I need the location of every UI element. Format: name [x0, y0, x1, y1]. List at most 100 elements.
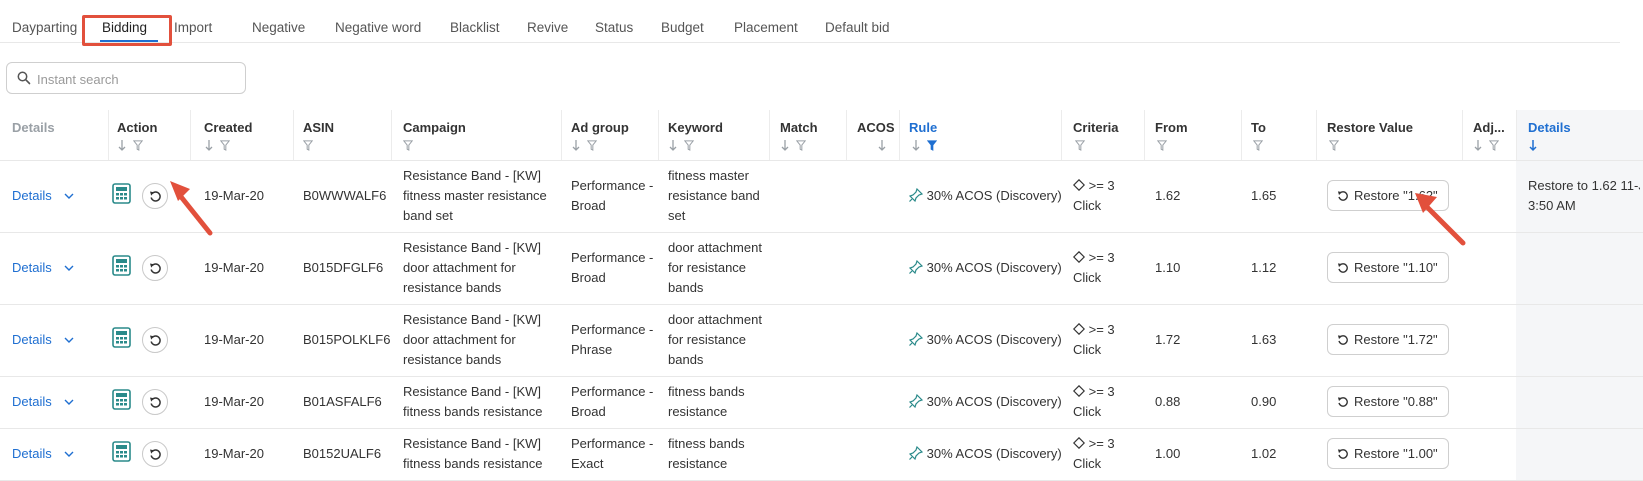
calculator-icon[interactable] — [112, 441, 131, 462]
diamond-icon — [1072, 384, 1086, 398]
details-link[interactable]: Details — [12, 444, 52, 464]
campaign-cell: Resistance Band - [KW] fitness bands resi… — [403, 434, 553, 474]
column-divider — [769, 110, 770, 160]
keyword-cell: fitness bands resistance — [668, 434, 745, 474]
criteria-operator: >= 3 — [1088, 250, 1115, 265]
restore-button[interactable]: Restore "1.00" — [1327, 438, 1449, 469]
filter-icon[interactable] — [1329, 139, 1339, 152]
chevron-down-icon[interactable] — [64, 193, 74, 199]
diamond-icon — [1072, 436, 1086, 450]
undo-button[interactable] — [142, 441, 168, 467]
col-created-label: Created — [204, 120, 253, 135]
filter-icon[interactable] — [1157, 139, 1167, 152]
filter-icon[interactable] — [133, 139, 143, 152]
filter-icon[interactable] — [1253, 139, 1263, 152]
details-cell: Details — [12, 392, 74, 412]
col-keyword-label: Keyword — [668, 120, 723, 135]
undo-button[interactable] — [142, 255, 168, 281]
tab-status[interactable]: Status — [595, 20, 633, 35]
filter-icon[interactable] — [684, 139, 694, 152]
criteria-operator: >= 3 — [1088, 178, 1115, 193]
tab-bar: Dayparting Bidding Import Negative Negat… — [0, 0, 1620, 43]
from-cell: 1.72 — [1155, 332, 1181, 347]
tab-budget[interactable]: Budget — [661, 20, 704, 35]
diamond-icon — [1072, 322, 1086, 336]
restore-button-label: Restore "1.10" — [1354, 260, 1438, 275]
tab-placement[interactable]: Placement — [734, 20, 798, 35]
undo-button[interactable] — [142, 183, 168, 209]
restore-button[interactable]: Restore "1.72" — [1327, 324, 1449, 355]
calculator-icon[interactable] — [112, 183, 131, 204]
tab-dayparting[interactable]: Dayparting — [12, 20, 77, 35]
keyword-line: for resistance — [668, 260, 747, 275]
pin-icon — [908, 331, 924, 347]
tab-negative-word[interactable]: Negative word — [335, 20, 421, 35]
sort-icon[interactable] — [1473, 139, 1483, 152]
undo-icon — [1337, 262, 1348, 273]
tab-default-bid[interactable]: Default bid — [825, 20, 890, 35]
adgroup-line: Broad — [571, 270, 606, 285]
details-cell: Details — [12, 444, 74, 464]
undo-button[interactable] — [142, 389, 168, 415]
chevron-down-icon[interactable] — [64, 265, 74, 271]
details-link[interactable]: Details — [12, 186, 52, 206]
tab-negative[interactable]: Negative — [252, 20, 305, 35]
filter-icon[interactable] — [796, 139, 806, 152]
chevron-down-icon[interactable] — [64, 337, 74, 343]
undo-icon — [1337, 334, 1348, 345]
campaign-line: fitness bands resistance — [403, 404, 543, 419]
sort-icon[interactable] — [571, 139, 581, 152]
undo-button[interactable] — [142, 327, 168, 353]
campaign-line: band set — [403, 208, 453, 223]
filter-icon[interactable] — [587, 139, 597, 152]
column-divider — [391, 110, 392, 160]
created-cell: 19-Mar-20 — [204, 260, 264, 275]
adgroup-cell: Performance - Broad — [571, 248, 653, 288]
filter-icon[interactable] — [1489, 139, 1499, 152]
details-link[interactable]: Details — [12, 258, 52, 278]
column-divider — [846, 110, 847, 160]
details-link[interactable]: Details — [12, 392, 52, 412]
tab-revive[interactable]: Revive — [527, 20, 568, 35]
keyword-cell: fitness master resistance band set — [668, 166, 760, 226]
sort-icon[interactable] — [204, 139, 214, 152]
sort-icon[interactable] — [117, 139, 127, 152]
keyword-line: for resistance — [668, 332, 747, 347]
calculator-icon[interactable] — [112, 255, 131, 276]
adgroup-line: Broad — [571, 198, 606, 213]
keyword-line: resistance — [668, 456, 728, 471]
adgroup-cell: Performance - Phrase — [571, 320, 653, 360]
filter-icon[interactable] — [1075, 139, 1085, 152]
calculator-icon[interactable] — [112, 327, 131, 348]
filter-icon[interactable] — [220, 139, 230, 152]
calculator-icon[interactable] — [112, 389, 131, 410]
rule-text: 30% ACOS (Discovery) — [926, 332, 1062, 347]
sort-icon[interactable] — [877, 139, 887, 152]
tab-blacklist[interactable]: Blacklist — [450, 20, 500, 35]
restore-button[interactable]: Restore "0.88" — [1327, 386, 1449, 417]
to-cell: 1.65 — [1251, 188, 1277, 203]
restore-button[interactable]: Restore "1.10" — [1327, 252, 1449, 283]
details-link[interactable]: Details — [12, 330, 52, 350]
campaign-line: Resistance Band - [KW] — [403, 240, 541, 255]
table-row: Details 19-Mar-20 B0152UALF6 Resistance Ban… — [0, 428, 1643, 481]
to-cell: 1.12 — [1251, 260, 1277, 275]
filter-active-icon[interactable] — [927, 139, 937, 152]
sort-icon[interactable] — [668, 139, 678, 152]
chevron-down-icon[interactable] — [64, 451, 74, 457]
details-text-line: Restore to 1.62 11-Ju — [1528, 178, 1640, 193]
to-cell: 1.02 — [1251, 446, 1277, 461]
filter-icon[interactable] — [403, 139, 413, 152]
annotation-highlight-box — [82, 15, 172, 46]
search-input[interactable] — [35, 68, 239, 90]
sort-active-icon[interactable] — [1528, 139, 1538, 152]
sort-icon[interactable] — [911, 139, 921, 152]
details-cell: Details — [12, 330, 74, 350]
col-restore-value-label: Restore Value — [1327, 120, 1413, 135]
diamond-icon — [1072, 250, 1086, 264]
tab-import[interactable]: Import — [174, 20, 212, 35]
from-cell: 0.88 — [1155, 394, 1181, 409]
sort-icon[interactable] — [780, 139, 790, 152]
filter-icon[interactable] — [303, 139, 313, 152]
chevron-down-icon[interactable] — [64, 399, 74, 405]
